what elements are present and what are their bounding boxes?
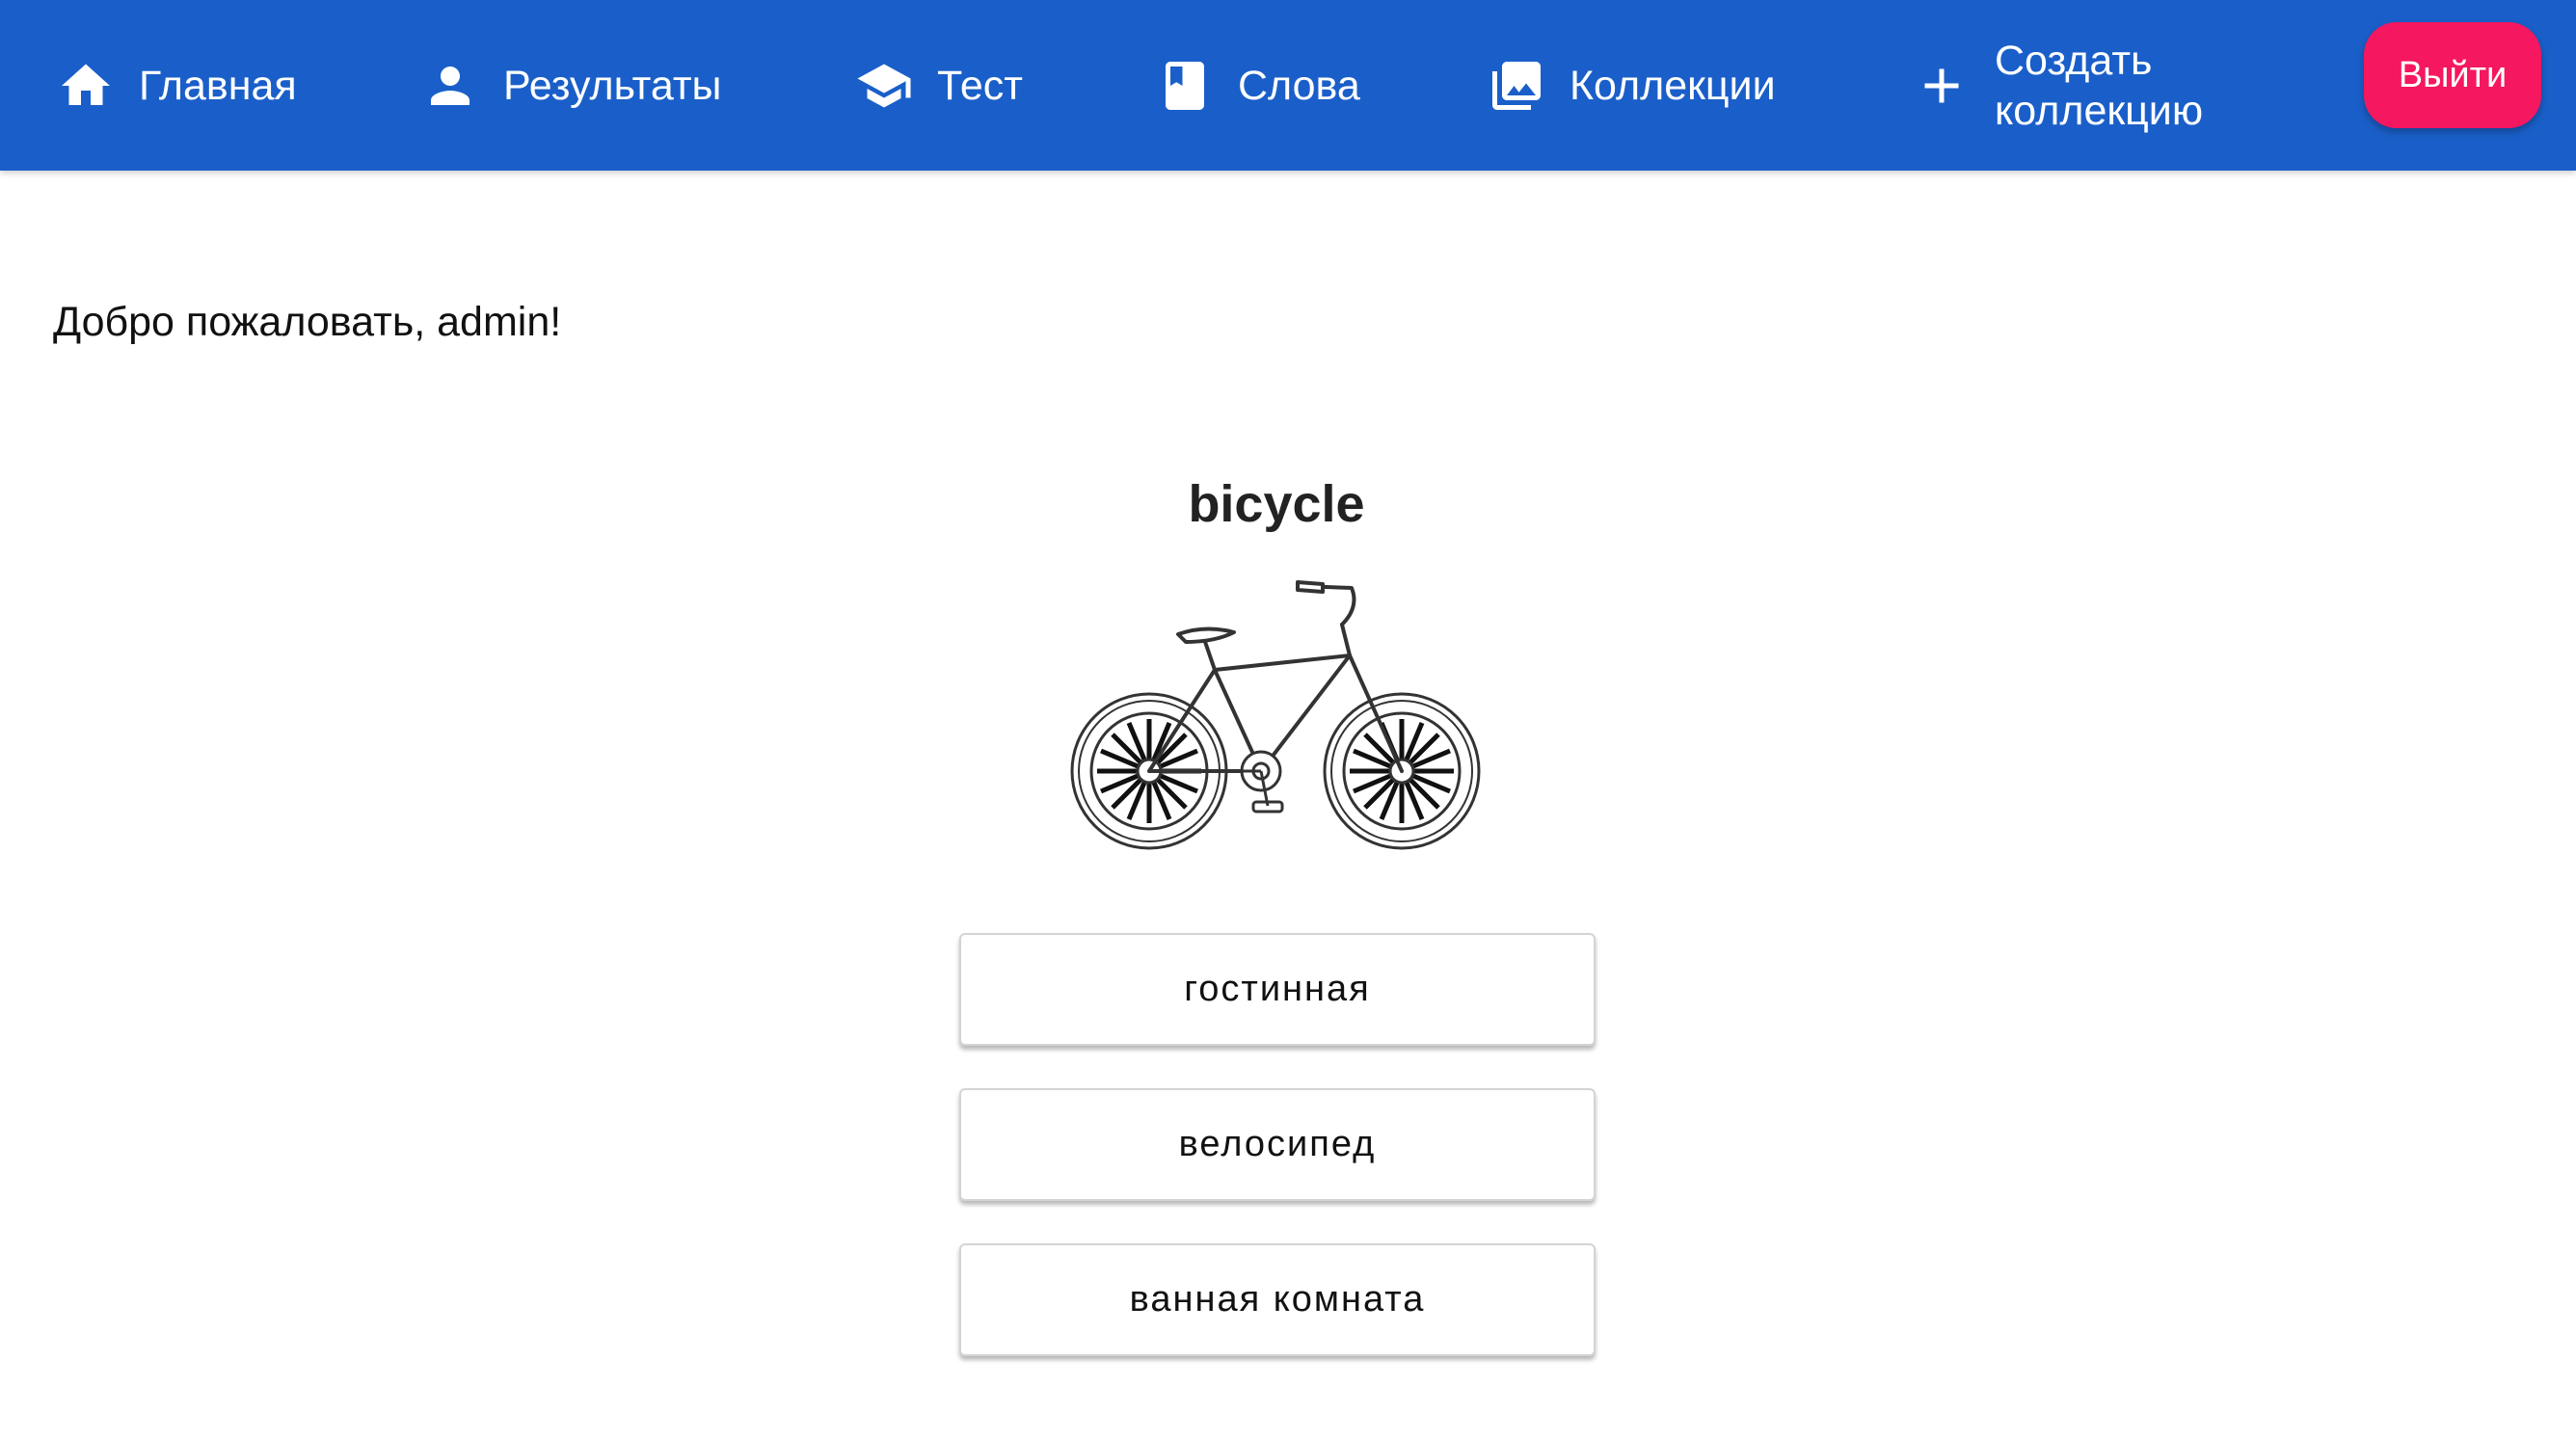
nav-item-label: Тест [937,62,1023,109]
answer-option-button[interactable]: гостинная [959,933,1596,1046]
welcome-message: Добро пожаловать, admin! [53,299,562,345]
nav-item-results[interactable]: Результаты [420,0,721,171]
book-icon [1155,56,1215,116]
nav-item-label: Коллекции [1570,62,1776,109]
nav-item-label: Слова [1238,62,1360,109]
nav-item-collections[interactable]: Коллекции [1487,0,1776,171]
nav-item-home[interactable]: Главная [56,0,297,171]
answer-option-button[interactable]: велосипед [959,1088,1596,1201]
plus-icon [1912,56,1972,116]
nav-item-label: Создать коллекцию [1995,37,2204,134]
quiz-word: bicycle [1188,475,1365,533]
nav-item-label: Результаты [503,62,722,109]
nav-item-words[interactable]: Слова [1155,0,1360,171]
person-icon [420,56,480,116]
bicycle-illustration [1070,580,1481,850]
top-navigation-bar: Главная Результаты Тест Слова Коллекции … [0,0,2576,171]
nav-item-create-collection[interactable]: Создать коллекцию [1912,0,2245,171]
home-icon [56,56,116,116]
logout-button[interactable]: Выйти [2364,22,2541,128]
nav-item-label: Главная [139,62,297,109]
answer-option-button[interactable]: ванная комната [959,1243,1596,1356]
nav-item-test[interactable]: Тест [854,0,1023,171]
graduation-cap-icon [854,56,914,116]
photo-library-icon [1487,56,1546,116]
